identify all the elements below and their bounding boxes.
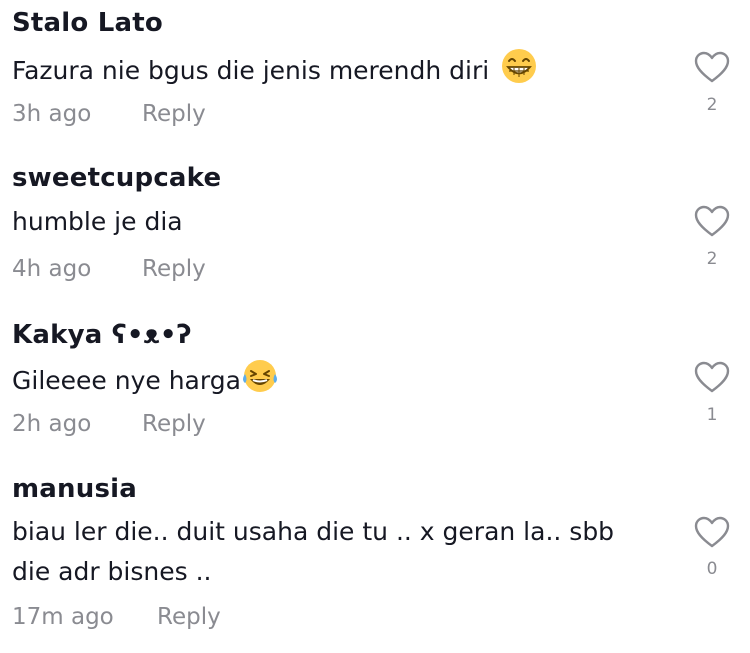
- comment-text: Fazura nie bgus die jenis merendh diri: [12, 48, 672, 96]
- comment-timestamp: 3h ago: [12, 101, 92, 127]
- heart-outline-icon: [694, 516, 730, 548]
- comment-timestamp: 2h ago: [12, 411, 92, 437]
- reply-button[interactable]: Reply: [142, 411, 206, 437]
- comment-text-line-1: biau ler die.. duit usaha die tu .. x ge…: [12, 517, 615, 546]
- comment-text-content: Gileeee nye harga: [12, 366, 241, 395]
- comment-username[interactable]: manusia: [12, 474, 137, 504]
- like-count: 2: [706, 95, 718, 115]
- comment-text-line-2: die adr bisnes ..: [12, 557, 212, 586]
- comment-timestamp: 4h ago: [12, 256, 92, 282]
- comment-timestamp: 17m ago: [12, 604, 114, 630]
- comment-username[interactable]: Stalo Lato: [12, 8, 163, 38]
- heart-outline-icon: [694, 205, 730, 237]
- heart-outline-icon: [694, 51, 730, 83]
- comment-text-content: Fazura nie bgus die jenis merendh diri: [12, 56, 490, 85]
- comment-username[interactable]: Kakya ʕ•ᴥ•ʔ: [12, 319, 192, 350]
- like-button[interactable]: [693, 50, 731, 84]
- comment-text: humble je dia: [12, 207, 183, 236]
- like-count: 1: [706, 405, 718, 425]
- like-button[interactable]: [693, 360, 731, 394]
- like-count: 2: [706, 249, 718, 269]
- comment-username[interactable]: sweetcupcake: [12, 163, 221, 193]
- grinning-face-emoji-icon: [501, 48, 537, 96]
- reply-button[interactable]: Reply: [142, 256, 206, 282]
- like-button[interactable]: [693, 204, 731, 238]
- like-button[interactable]: [693, 515, 731, 549]
- comment-item: Kakya ʕ•ᴥ•ʔ Gileeee nye harga 2h ago Rep…: [0, 310, 750, 460]
- comment-item: manusia biau ler die.. duit usaha die tu…: [0, 465, 750, 653]
- comment-item: sweetcupcake humble je dia 4h ago Reply …: [0, 155, 750, 305]
- comment-text: Gileeee nye harga: [12, 358, 672, 406]
- like-count: 0: [706, 559, 718, 579]
- reply-button[interactable]: Reply: [157, 604, 221, 630]
- laughing-tears-emoji-icon: [241, 358, 279, 406]
- comment-item: Stalo Lato Fazura nie bgus die jenis mer…: [0, 0, 750, 150]
- heart-outline-icon: [694, 361, 730, 393]
- reply-button[interactable]: Reply: [142, 101, 206, 127]
